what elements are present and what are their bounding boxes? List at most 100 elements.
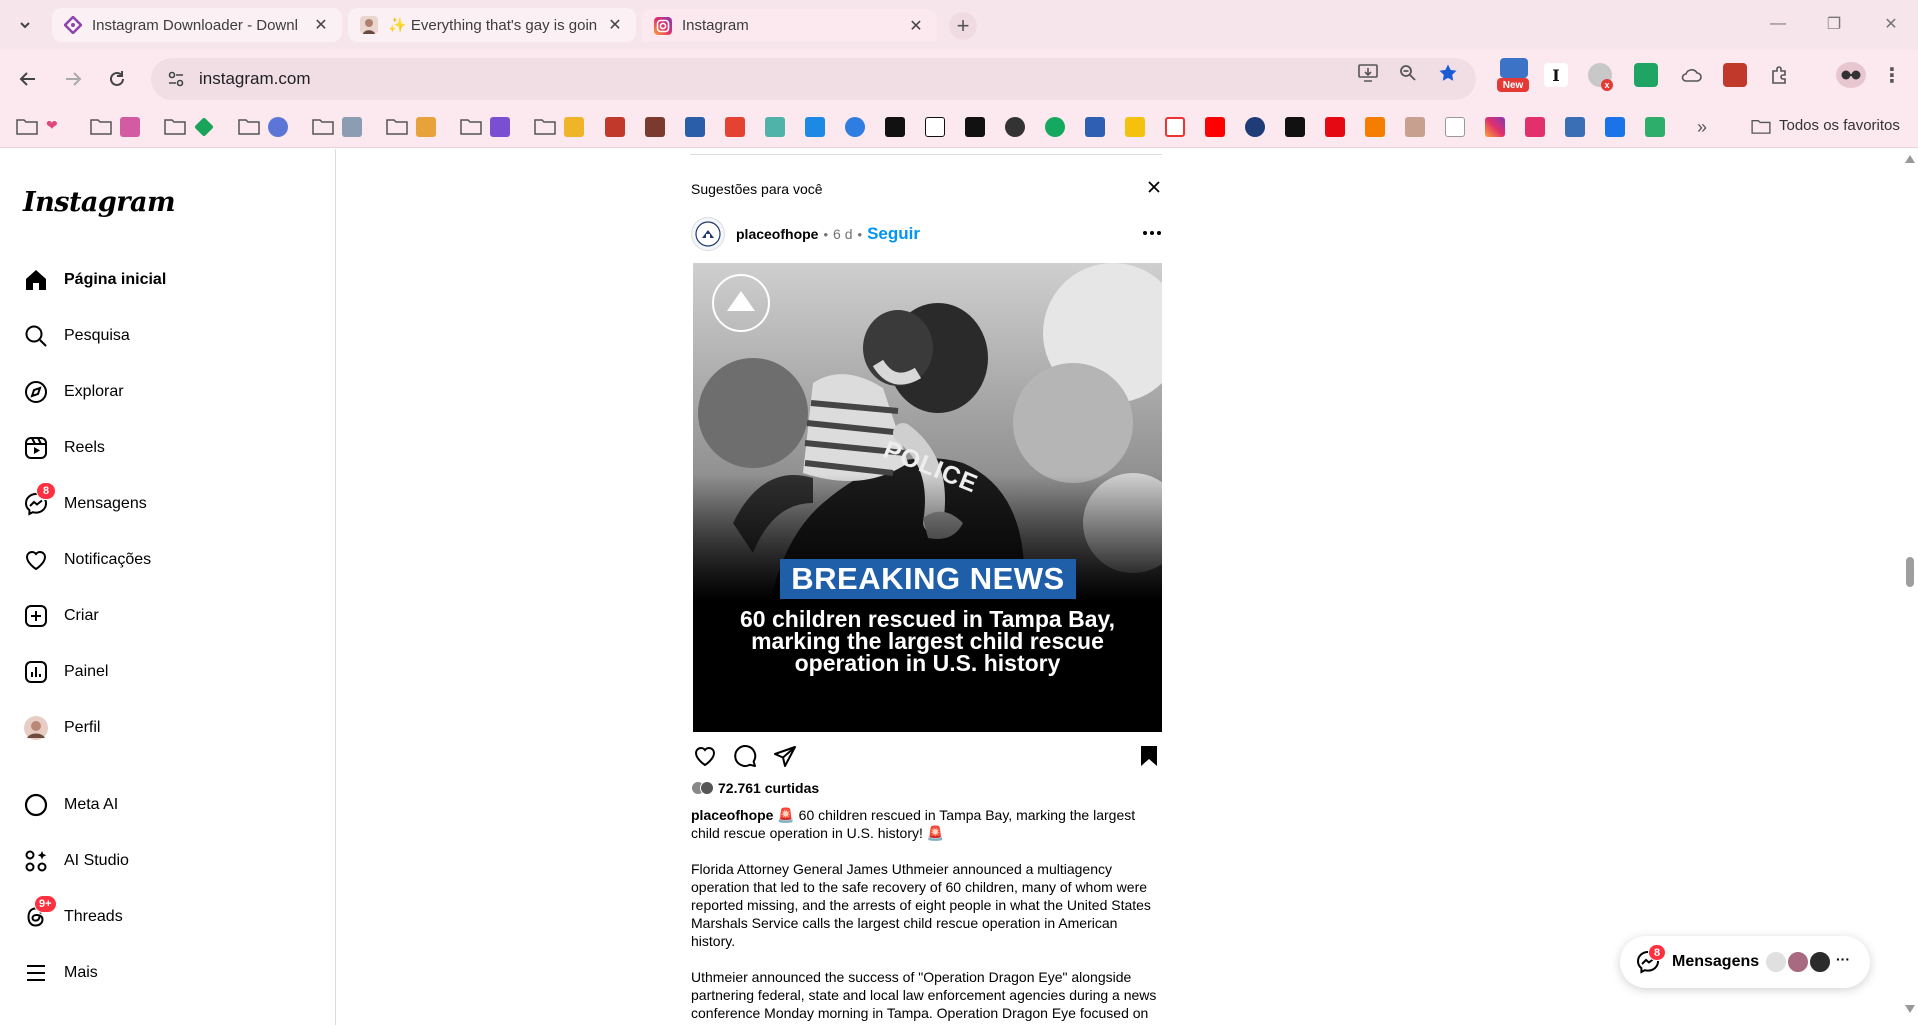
keep-bookmark-icon[interactable] xyxy=(1125,117,1145,137)
post-image[interactable]: POLICE BREAKING NEWS 60 children rescued… xyxy=(693,263,1162,732)
todoist-bookmark-icon[interactable] xyxy=(725,117,745,137)
bookmark-star-icon[interactable] xyxy=(1435,60,1461,86)
bookmark-icon[interactable] xyxy=(1285,117,1305,137)
like-button[interactable] xyxy=(691,742,719,770)
disney-bookmark-icon[interactable] xyxy=(1245,117,1265,137)
close-tab-icon[interactable]: ✕ xyxy=(312,16,330,34)
sidebar-item-home[interactable]: Página inicial xyxy=(22,260,322,300)
folder-icon[interactable] xyxy=(534,117,556,135)
bookmark-icon[interactable] xyxy=(194,117,214,137)
back-button[interactable] xyxy=(13,64,43,94)
tab-instagram-downloader[interactable]: Instagram Downloader - Downl ✕ xyxy=(52,8,342,42)
sidebar-item-explore[interactable]: Explorar xyxy=(22,372,322,412)
bookmark-icon[interactable] xyxy=(845,117,865,137)
sidebar-item-reels[interactable]: Reels xyxy=(22,428,322,468)
bookmark-heart-icon[interactable]: ❤ xyxy=(46,117,66,137)
bookmark-icon[interactable] xyxy=(765,117,785,137)
post-age[interactable]: 6 d xyxy=(833,226,852,242)
sidebar-item-notifications[interactable]: Notificações xyxy=(22,540,322,580)
sidebar-item-meta-ai[interactable]: Meta AI xyxy=(22,785,322,825)
folder-icon[interactable] xyxy=(164,117,186,135)
calendar-bookmark-icon[interactable] xyxy=(1605,117,1625,137)
all-bookmarks-button[interactable]: Todos os favoritos xyxy=(1751,117,1900,134)
sidebar-item-ai-studio[interactable]: AI Studio xyxy=(22,841,322,881)
folder-icon[interactable] xyxy=(460,117,482,135)
tab-search-button[interactable] xyxy=(12,12,38,38)
blogger-bookmark-icon[interactable] xyxy=(1365,117,1385,137)
page-scrollbar[interactable] xyxy=(1902,149,1918,1025)
instagram-bookmark-icon[interactable] xyxy=(1485,117,1505,137)
bookmark-icon[interactable] xyxy=(1085,117,1105,137)
browser-menu-icon[interactable]: ⋮ xyxy=(1880,63,1904,87)
bookmark-icon[interactable] xyxy=(605,117,625,137)
post-username[interactable]: placeofhope xyxy=(736,226,818,242)
caption-username[interactable]: placeofhope xyxy=(691,807,773,823)
instapaper-extension-icon[interactable]: I xyxy=(1544,63,1568,87)
sidebar-item-dashboard[interactable]: Painel xyxy=(22,652,322,692)
bookmark-icon[interactable] xyxy=(490,117,510,137)
capcut-bookmark-icon[interactable] xyxy=(885,117,905,137)
bookmark-icon[interactable] xyxy=(268,117,288,137)
folder-icon[interactable] xyxy=(312,117,334,135)
bookmark-icon[interactable] xyxy=(342,117,362,137)
follow-button[interactable]: Seguir xyxy=(867,224,920,244)
bookmark-icon[interactable] xyxy=(416,117,436,137)
bookmark-icon[interactable] xyxy=(1405,117,1425,137)
close-tab-icon[interactable]: ✕ xyxy=(606,16,624,34)
bookmark-icon[interactable] xyxy=(965,117,985,137)
messages-pill[interactable]: 8 Mensagens ··· xyxy=(1620,936,1870,988)
extension-red-icon[interactable] xyxy=(1723,63,1747,87)
grammarly-bookmark-icon[interactable] xyxy=(1045,117,1065,137)
more-bookmarks-icon[interactable]: » xyxy=(1692,117,1712,137)
post-author-avatar[interactable] xyxy=(691,217,725,251)
scroll-up-icon[interactable] xyxy=(1905,155,1915,163)
bookmark-icon[interactable] xyxy=(805,117,825,137)
profile-avatar-button[interactable] xyxy=(1836,62,1866,88)
netflix-bookmark-icon[interactable] xyxy=(1325,117,1345,137)
instagram-logo[interactable]: Instagram xyxy=(23,187,176,218)
forward-button[interactable] xyxy=(58,64,88,94)
reload-button[interactable] xyxy=(102,64,132,94)
install-app-icon[interactable] xyxy=(1355,60,1381,86)
bookmark-icon[interactable] xyxy=(1525,117,1545,137)
sidebar-item-threads[interactable]: 9+ Threads xyxy=(22,895,322,937)
post-options-button[interactable] xyxy=(1140,216,1164,250)
tab-instagram[interactable]: Instagram ✕ xyxy=(642,9,937,42)
close-window-button[interactable]: ✕ xyxy=(1871,10,1911,38)
sidebar-item-search[interactable]: Pesquisa xyxy=(22,316,322,356)
folder-icon[interactable] xyxy=(386,117,408,135)
folder-icon[interactable] xyxy=(16,117,38,135)
new-tab-button[interactable]: + xyxy=(949,12,977,40)
scroll-down-icon[interactable] xyxy=(1905,1005,1915,1013)
notion-bookmark-icon[interactable] xyxy=(925,117,945,137)
save-button[interactable] xyxy=(1135,742,1163,770)
sidebar-item-more[interactable]: Mais xyxy=(22,953,322,993)
gmail-bookmark-icon[interactable] xyxy=(1165,117,1185,137)
scroll-thumb[interactable] xyxy=(1906,557,1914,587)
bookmark-icon[interactable] xyxy=(564,117,584,137)
bookmark-icon[interactable] xyxy=(685,117,705,137)
bookmark-icon[interactable] xyxy=(645,117,665,137)
folder-icon[interactable] xyxy=(90,117,112,135)
cloud-extension-icon[interactable] xyxy=(1679,63,1703,87)
sidebar-item-profile[interactable]: Perfil xyxy=(22,708,322,748)
tab-everything-gay[interactable]: ✨ Everything that's gay is goin ✕ xyxy=(348,8,636,42)
bookmark-icon[interactable] xyxy=(1645,117,1665,137)
sheets-extension-icon[interactable] xyxy=(1634,63,1658,87)
minimize-button[interactable]: — xyxy=(1758,10,1798,38)
zoom-icon[interactable] xyxy=(1395,60,1421,86)
sidebar-item-messages[interactable]: 8 Mensagens xyxy=(22,482,322,524)
youtube-bookmark-icon[interactable] xyxy=(1205,117,1225,137)
bookmark-icon[interactable] xyxy=(1565,117,1585,137)
globe-bookmark-icon[interactable] xyxy=(1005,117,1025,137)
address-bar[interactable]: instagram.com xyxy=(151,58,1476,100)
bookmark-icon[interactable] xyxy=(1445,117,1465,137)
extension-new-icon[interactable] xyxy=(1500,58,1528,78)
extensions-puzzle-icon[interactable] xyxy=(1768,63,1792,87)
close-tab-icon[interactable]: ✕ xyxy=(907,17,925,35)
share-button[interactable] xyxy=(771,742,799,770)
close-suggestions-button[interactable] xyxy=(1145,178,1163,196)
sidebar-item-create[interactable]: Criar xyxy=(22,596,322,636)
site-info-icon[interactable] xyxy=(165,68,187,90)
folder-icon[interactable] xyxy=(238,117,260,135)
